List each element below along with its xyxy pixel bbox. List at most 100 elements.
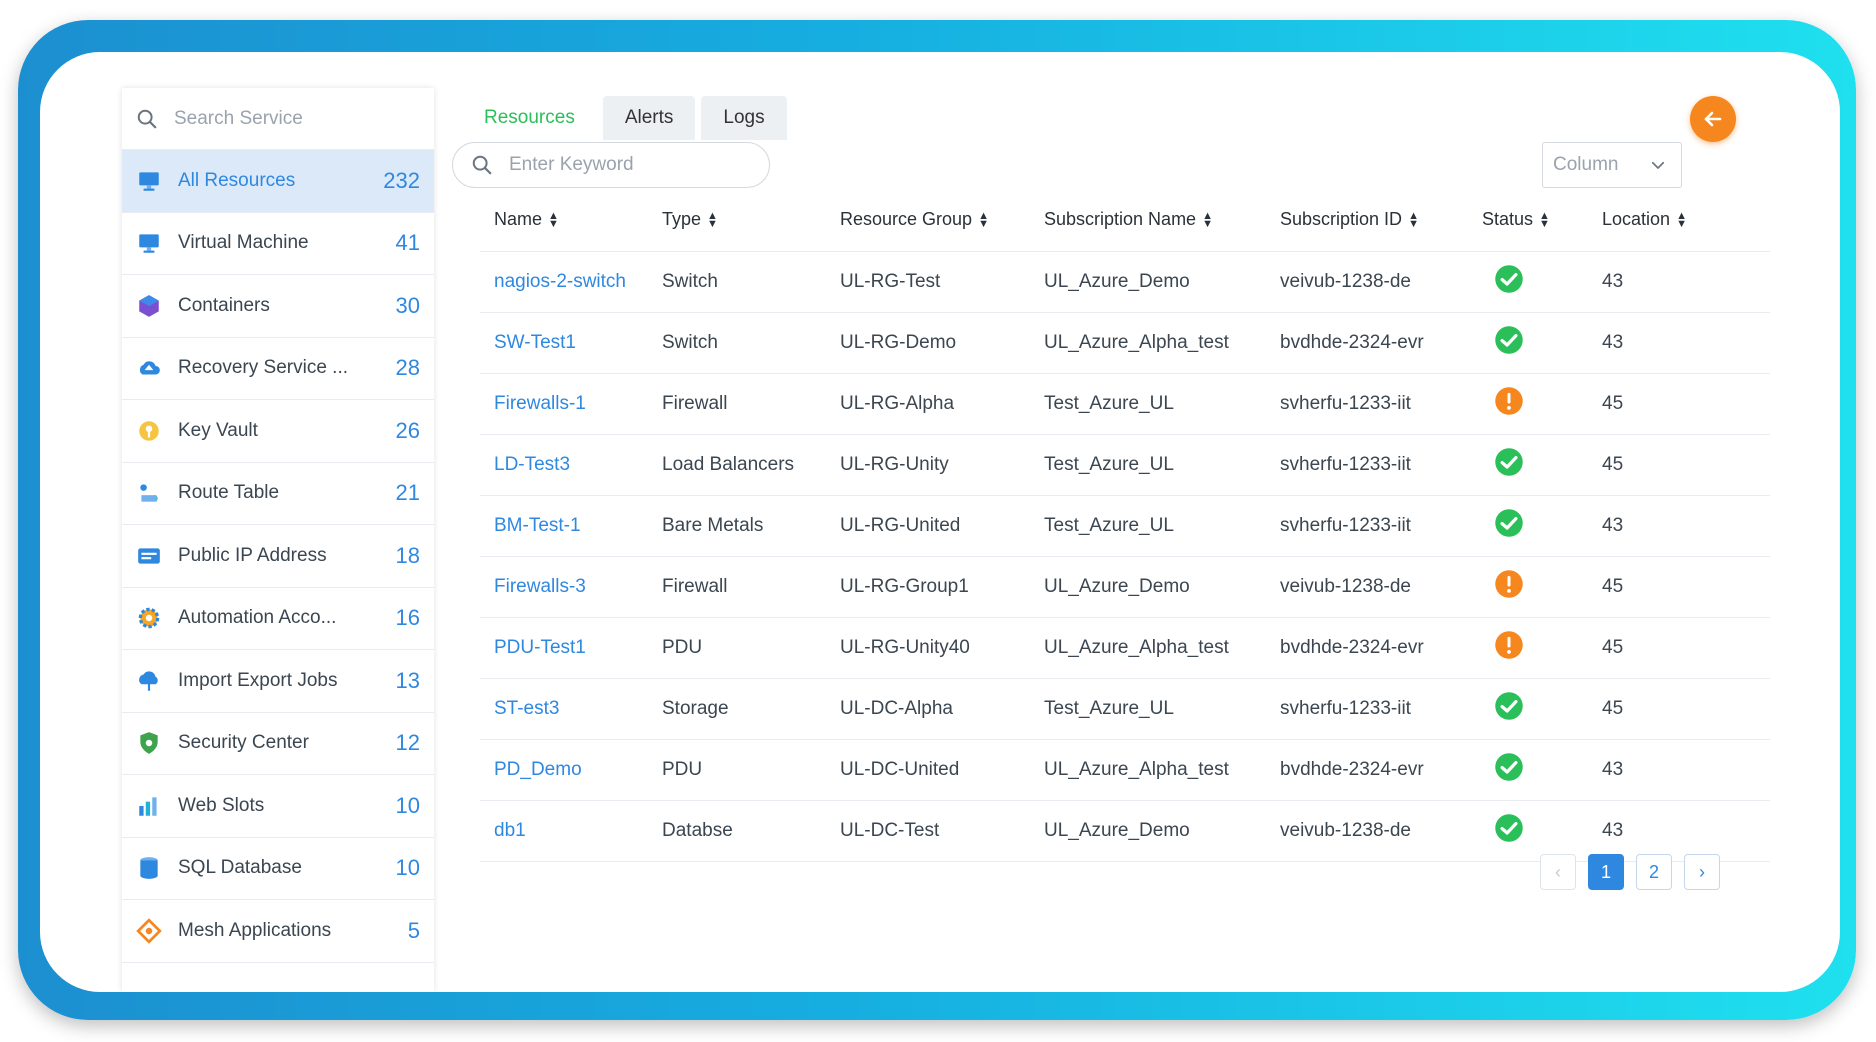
next-page-button[interactable]: › xyxy=(1684,854,1720,890)
table-body: nagios-2-switch Switch UL-RG-Test UL_Azure_… xyxy=(480,252,1770,862)
sort-icon: ▲ ▼ xyxy=(1408,210,1419,231)
service-sidebar: Search Service All Resources 232 Virtual M… xyxy=(122,88,434,992)
resource-name-link[interactable]: BM-Test-1 xyxy=(480,515,662,537)
column-select[interactable]: Column xyxy=(1542,142,1682,188)
sidebar-item-count: 16 xyxy=(395,605,420,631)
table-row: LD-Test3 Load Balancers UL-RG-Unity Test_Az… xyxy=(480,435,1770,496)
location: 43 xyxy=(1602,820,1624,841)
resource-name-link[interactable]: LD-Test3 xyxy=(480,454,662,476)
sidebar-item-count: 26 xyxy=(395,417,420,443)
pagination: ‹ 1 2 › xyxy=(1528,854,1720,890)
app-window: Search Service All Resources 232 Virtual M… xyxy=(40,52,1840,992)
status-ok-icon xyxy=(1495,448,1523,476)
resource-type: Storage xyxy=(662,698,729,719)
sidebar-item-key-vault[interactable]: Key Vault 26 xyxy=(122,400,434,463)
sidebar-item-count: 232 xyxy=(383,167,420,193)
status-ok-icon xyxy=(1495,509,1523,537)
view-tabs: Resources Alerts Logs xyxy=(462,96,793,140)
resource-group: UL-RG-Demo xyxy=(840,332,957,353)
subscription-name: Test_Azure_UL xyxy=(1044,698,1174,719)
sidebar-item-label: Mesh Applications xyxy=(178,919,332,941)
resource-type: Bare Metals xyxy=(662,515,764,536)
resource-type: PDU xyxy=(662,637,703,658)
page-2-button[interactable]: 2 xyxy=(1636,854,1672,890)
location: 43 xyxy=(1602,332,1624,353)
tab-logs[interactable]: Logs xyxy=(701,96,787,140)
subscription-name: Test_Azure_UL xyxy=(1044,515,1174,536)
table-row: db1 Databse UL-DC-Test UL_Azure_Demo veivub-… xyxy=(480,801,1770,862)
header-type[interactable]: Type ▲ ▼ xyxy=(662,209,840,230)
resource-name-link[interactable]: ST-est3 xyxy=(480,698,662,720)
location: 45 xyxy=(1602,393,1624,414)
subscription-name: UL_Azure_Demo xyxy=(1044,576,1190,597)
page-1-button[interactable]: 1 xyxy=(1588,854,1624,890)
sidebar-item-count: 21 xyxy=(395,480,420,506)
keyword-search-input[interactable]: Enter Keyword xyxy=(452,142,770,188)
sidebar-item-label: Public IP Address xyxy=(178,544,327,566)
subscription-id: bvdhde-2324-evr xyxy=(1280,759,1424,780)
status-warning-icon xyxy=(1495,570,1523,598)
resource-group: UL-DC-Alpha xyxy=(840,698,953,719)
resource-name-link[interactable]: PD_Demo xyxy=(480,759,662,781)
mesh-icon xyxy=(136,918,162,944)
sidebar-item-web-slots[interactable]: Web Slots 10 xyxy=(122,775,434,838)
header-resource-group[interactable]: Resource Group ▲ ▼ xyxy=(840,209,1044,230)
table-row: Firewalls-3 Firewall UL-RG-Group1 UL_Azure_… xyxy=(480,557,1770,618)
sidebar-item-recovery-service[interactable]: Recovery Service ... 28 xyxy=(122,338,434,400)
resource-type: Switch xyxy=(662,271,718,292)
header-status[interactable]: Status ▲ ▼ xyxy=(1482,209,1602,230)
arrow-left-icon xyxy=(1704,111,1722,127)
resource-type: Load Balancers xyxy=(662,454,795,475)
sidebar-item-route-table[interactable]: Route Table 21 xyxy=(122,463,434,525)
sidebar-item-all-resources[interactable]: All Resources 232 xyxy=(122,150,434,213)
table-row: nagios-2-switch Switch UL-RG-Test UL_Azure_… xyxy=(480,252,1770,313)
resource-name-link[interactable]: db1 xyxy=(480,820,662,842)
status xyxy=(1482,508,1602,544)
resource-type: Firewall xyxy=(662,393,728,414)
sidebar-item-virtual-machine[interactable]: Virtual Machine 41 xyxy=(122,213,434,275)
key-icon xyxy=(139,421,159,441)
location: 45 xyxy=(1602,454,1624,475)
header-name[interactable]: Name ▲ ▼ xyxy=(480,209,662,230)
shield-icon xyxy=(140,732,158,755)
sidebar-item-label: SQL Database xyxy=(178,857,302,879)
sidebar-item-count: 28 xyxy=(395,355,420,381)
back-button[interactable] xyxy=(1690,96,1736,142)
route-icon xyxy=(140,484,158,502)
subscription-id: veivub-1238-de xyxy=(1280,271,1411,292)
resource-name-link[interactable]: SW-Test1 xyxy=(480,332,662,354)
monitor-icon xyxy=(139,172,159,191)
sidebar-item-mesh-applications[interactable]: Mesh Applications 5 xyxy=(122,900,434,963)
database-icon xyxy=(140,857,158,880)
sidebar-item-automation-acco[interactable]: Automation Acco... 16 xyxy=(122,588,434,650)
status-ok-icon xyxy=(1495,753,1523,781)
header-location[interactable]: Location ▲ ▼ xyxy=(1602,209,1722,230)
resource-name-link[interactable]: nagios-2-switch xyxy=(480,271,662,293)
location: 43 xyxy=(1602,515,1624,536)
sidebar-item-public-ip-address[interactable]: Public IP Address 18 xyxy=(122,525,434,588)
resource-name-link[interactable]: Firewalls-3 xyxy=(480,576,662,598)
header-subscription-id[interactable]: Subscription ID ▲ ▼ xyxy=(1280,209,1482,230)
sidebar-item-count: 13 xyxy=(395,667,420,693)
subscription-name: UL_Azure_Demo xyxy=(1044,820,1190,841)
tab-alerts[interactable]: Alerts xyxy=(602,96,696,140)
search-service-input[interactable]: Search Service xyxy=(122,88,434,150)
resource-name-link[interactable]: Firewalls-1 xyxy=(480,393,662,415)
header-subscription-name[interactable]: Subscription Name ▲ ▼ xyxy=(1044,209,1280,230)
status xyxy=(1482,264,1602,300)
sidebar-item-label: Recovery Service ... xyxy=(178,357,348,379)
sidebar-item-security-center[interactable]: Security Center 12 xyxy=(122,713,434,775)
sidebar-item-label: Automation Acco... xyxy=(178,607,337,629)
sidebar-item-sql-database[interactable]: SQL Database 10 xyxy=(122,838,434,900)
tab-resources[interactable]: Resources xyxy=(462,96,597,140)
prev-page-button[interactable]: ‹ xyxy=(1540,854,1576,890)
table-row: SW-Test1 Switch UL-RG-Demo UL_Azure_Alpha_t… xyxy=(480,313,1770,374)
sidebar-item-label: Containers xyxy=(178,294,270,316)
sidebar-item-containers[interactable]: Containers 30 xyxy=(122,275,434,338)
resource-name-link[interactable]: PDU-Test1 xyxy=(480,637,662,659)
sidebar-item-count: 12 xyxy=(395,730,420,756)
sidebar-item-import-export-jobs[interactable]: Import Export Jobs 13 xyxy=(122,650,434,713)
subscription-id: veivub-1238-de xyxy=(1280,820,1411,841)
location: 45 xyxy=(1602,637,1624,658)
subscription-id: bvdhde-2324-evr xyxy=(1280,637,1424,658)
